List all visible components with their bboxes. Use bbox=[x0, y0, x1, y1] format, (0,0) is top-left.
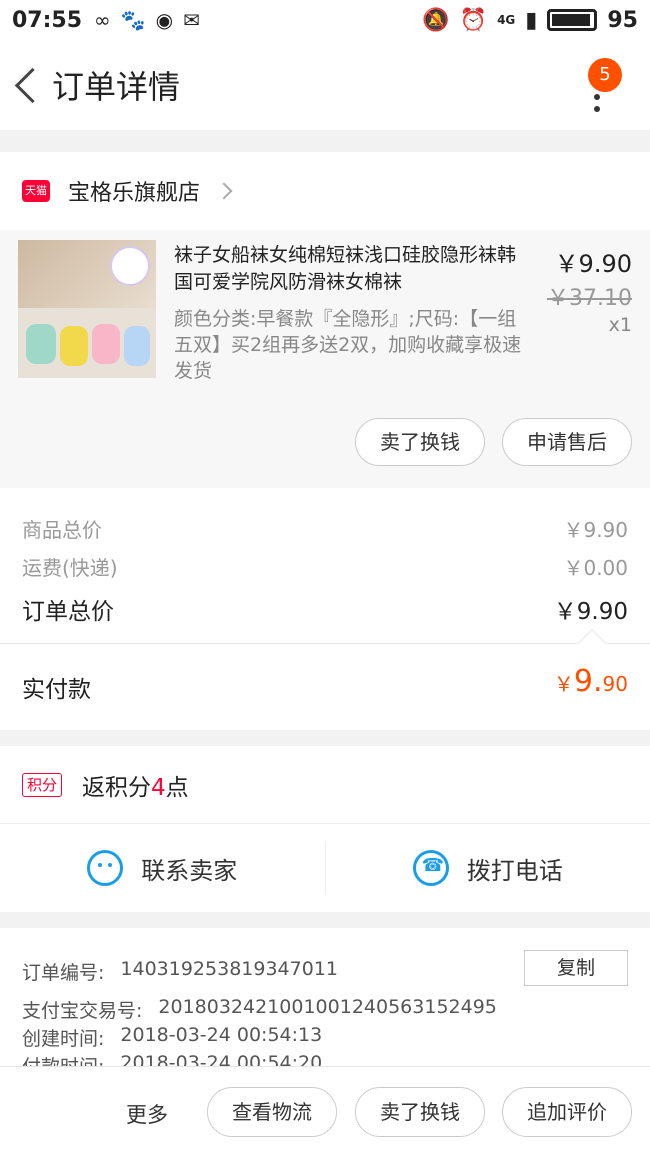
status-icons-right: 🔕 ⏰ 4G ▮ 95 bbox=[422, 8, 638, 33]
caret-up-icon bbox=[577, 628, 607, 658]
bottom-action-bar: 更多 查看物流 卖了换钱 追加评价 bbox=[0, 1066, 650, 1155]
product-thumbnail[interactable] bbox=[18, 240, 156, 378]
battery-level: 95 bbox=[607, 7, 638, 33]
wifi-hotspot-icon: ◉ bbox=[155, 8, 174, 32]
notification-badge: 5 bbox=[588, 58, 622, 92]
order-info: 订单编号: 140319253819347011 复制 支付宝交易号: 2018… bbox=[0, 928, 650, 1068]
order-id-label: 订单编号: bbox=[22, 962, 105, 984]
sell-for-cash-button[interactable]: 卖了换钱 bbox=[355, 418, 485, 466]
copy-button[interactable]: 复制 bbox=[524, 950, 628, 986]
paid-label: 实付款 bbox=[22, 677, 91, 703]
alarm-icon: ⏰ bbox=[459, 7, 488, 33]
shop-header[interactable]: 天猫 宝格乐旗舰店 bbox=[0, 152, 650, 230]
status-time: 07:55 bbox=[12, 7, 83, 33]
call-label: 拨打电话 bbox=[466, 856, 563, 885]
product-quantity: x1 bbox=[608, 314, 632, 336]
add-review-button[interactable]: 追加评价 bbox=[502, 1087, 632, 1137]
paw-icon: 🐾 bbox=[120, 8, 146, 32]
order-item[interactable]: 袜子女船袜女纯棉短袜浅口硅胶隐形袜韩国可爱学院风防滑袜女棉袜 颜色分类:早餐款『… bbox=[0, 230, 650, 488]
divider bbox=[0, 643, 650, 644]
points-tag: 积分 bbox=[22, 772, 63, 797]
created-row: 创建时间: 2018-03-24 00:54:13 bbox=[22, 1024, 322, 1051]
points-text: 返积分4点 bbox=[82, 768, 189, 802]
order-total-value: ￥9.90 bbox=[553, 599, 628, 625]
more-menu-button[interactable]: 5 bbox=[580, 58, 622, 120]
product-price: ￥9.90 bbox=[554, 250, 632, 278]
back-icon[interactable] bbox=[10, 65, 50, 105]
shipping-row: 运费(快递) ￥0.00 bbox=[22, 552, 628, 581]
mute-icon: 🔕 bbox=[422, 7, 450, 33]
order-total-row: 订单总价 ￥9.90 bbox=[22, 592, 628, 626]
order-id-row: 订单编号: 140319253819347011 bbox=[22, 958, 338, 985]
paid-amount: ￥9.90 bbox=[554, 664, 628, 699]
network-type: 4G bbox=[497, 13, 516, 27]
alipay-id-label: 支付宝交易号: bbox=[22, 1000, 143, 1022]
nav-bar: 订单详情 5 bbox=[0, 40, 650, 130]
order-id-value: 140319253819347011 bbox=[120, 958, 338, 980]
goods-total-value: ￥9.90 bbox=[563, 518, 628, 542]
shipping-value: ￥0.00 bbox=[563, 556, 628, 580]
alipay-id-row: 支付宝交易号: 2018032421001001240563152495 bbox=[22, 996, 497, 1023]
contact-seller-label: 联系卖家 bbox=[141, 856, 238, 885]
chevron-right-icon bbox=[215, 182, 233, 200]
chat-icon bbox=[87, 850, 124, 886]
tmall-logo-icon: 天猫 bbox=[22, 180, 50, 202]
more-button[interactable]: 更多 bbox=[126, 1099, 168, 1129]
call-button[interactable]: 拨打电话 bbox=[326, 824, 650, 912]
paid-currency: ￥ bbox=[553, 672, 574, 696]
points-text-before: 返积分 bbox=[82, 774, 152, 801]
mail-icon: ✉ bbox=[183, 8, 200, 32]
status-icons-left: ∞ 🐾 ◉ ✉ bbox=[94, 8, 200, 32]
status-bar: 07:55 ∞ 🐾 ◉ ✉ 🔕 ⏰ 4G ▮ 95 bbox=[0, 0, 650, 40]
phone-icon bbox=[412, 850, 449, 886]
shop-name: 宝格乐旗舰店 bbox=[68, 181, 201, 206]
order-totals: 商品总价 ￥9.90 运费(快递) ￥0.00 订单总价 ￥9.90 实付款 ￥… bbox=[0, 488, 650, 730]
alipay-id-value: 2018032421001001240563152495 bbox=[158, 996, 497, 1018]
infinity-icon: ∞ bbox=[94, 8, 111, 32]
after-sale-button[interactable]: 申请售后 bbox=[502, 418, 632, 466]
page-title: 订单详情 bbox=[52, 68, 181, 106]
goods-total-label: 商品总价 bbox=[22, 518, 102, 542]
contact-bar: 联系卖家 拨打电话 bbox=[0, 824, 650, 912]
view-logistics-button[interactable]: 查看物流 bbox=[207, 1087, 337, 1137]
sell-for-cash-bottom-button[interactable]: 卖了换钱 bbox=[355, 1087, 485, 1137]
battery-icon bbox=[547, 9, 598, 31]
shipping-label: 运费(快递) bbox=[22, 556, 118, 580]
product-title: 袜子女船袜女纯棉短袜浅口硅胶隐形袜韩国可爱学院风防滑袜女棉袜 bbox=[174, 244, 517, 293]
contact-seller-button[interactable]: 联系卖家 bbox=[0, 824, 325, 912]
goods-total-row: 商品总价 ￥9.90 bbox=[22, 514, 628, 543]
paid-decimal: 90 bbox=[602, 672, 628, 696]
points-number: 4 bbox=[151, 774, 166, 801]
signal-icon: ▮ bbox=[525, 7, 538, 33]
created-label: 创建时间: bbox=[22, 1028, 105, 1050]
product-original-price: ￥37.10 bbox=[547, 286, 632, 311]
product-sku: 颜色分类:早餐款『全隐形』;尺码:【一组五双】买2组再多送2双，加购收藏享极速发… bbox=[174, 308, 522, 382]
points-text-after: 点 bbox=[165, 774, 189, 801]
paid-integer: 9. bbox=[573, 664, 603, 699]
order-total-label: 订单总价 bbox=[22, 599, 114, 625]
points-row: 积分 返积分4点 bbox=[0, 746, 650, 824]
created-value: 2018-03-24 00:54:13 bbox=[120, 1024, 323, 1046]
